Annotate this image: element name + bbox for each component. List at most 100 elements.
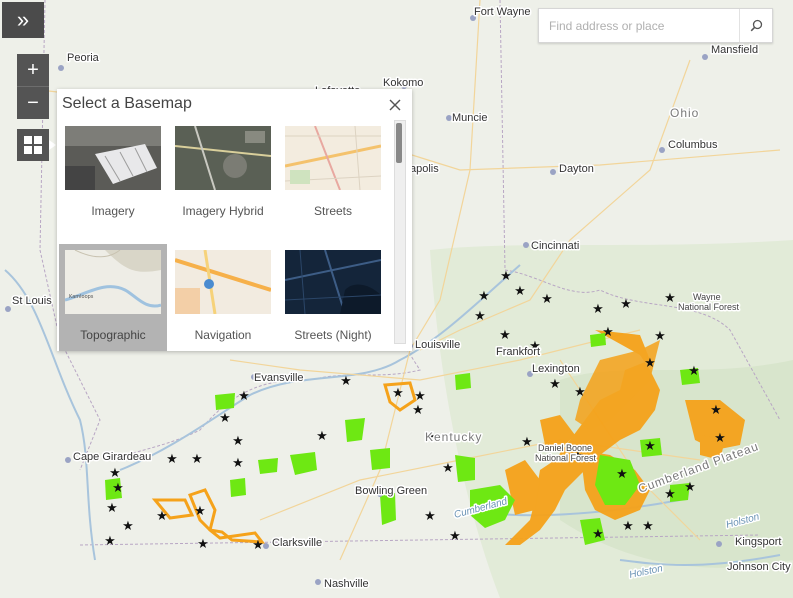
panel-title: Select a Basemap — [62, 95, 192, 112]
city-label: Johnson City — [727, 561, 791, 573]
basemap-grid-icon — [24, 136, 42, 154]
city-label: Peoria — [67, 52, 100, 64]
scrollbar-thumb[interactable] — [396, 123, 402, 163]
search-input[interactable] — [539, 9, 739, 42]
city-label: Kokomo — [383, 77, 423, 89]
svg-text:★: ★ — [664, 291, 676, 306]
basemap-gallery-button[interactable] — [17, 129, 56, 161]
svg-text:★: ★ — [166, 452, 178, 467]
svg-text:★: ★ — [219, 411, 231, 426]
city-label: Nashville — [324, 578, 369, 590]
forest-label: Daniel Boone — [538, 443, 592, 453]
streets-night-thumbnail — [285, 250, 381, 314]
svg-text:★: ★ — [252, 538, 264, 553]
svg-text:★: ★ — [620, 297, 632, 312]
city-label: St Louis — [12, 295, 52, 307]
basemap-tile-imagery-hybrid[interactable]: Imagery Hybrid — [169, 120, 277, 240]
svg-text:★: ★ — [688, 364, 700, 379]
svg-text:★: ★ — [654, 329, 666, 344]
panel-scrollbar[interactable] — [394, 120, 406, 344]
topographic-thumbnail: Kamloops — [65, 250, 161, 314]
navigation-thumbnail — [175, 250, 271, 314]
svg-text:★: ★ — [642, 519, 654, 534]
city-label: Columbus — [668, 139, 718, 151]
zoom-out-button[interactable]: − — [17, 86, 49, 119]
svg-text:★: ★ — [714, 431, 726, 446]
basemap-label: Navigation — [194, 328, 252, 342]
svg-text:★: ★ — [684, 480, 696, 495]
double-chevron-right-icon: » — [16, 7, 30, 32]
svg-text:★: ★ — [514, 284, 526, 299]
close-icon[interactable] — [388, 98, 402, 112]
state-label: Kentucky — [425, 430, 482, 444]
city-label: Louisville — [415, 339, 460, 351]
basemap-label: Streets — [313, 204, 352, 218]
zoom-control: + − — [17, 54, 49, 119]
streets-thumbnail — [285, 126, 381, 190]
state-label: Ohio — [670, 106, 699, 120]
svg-text:★: ★ — [592, 527, 604, 542]
svg-text:★: ★ — [414, 389, 426, 404]
basemap-label: Imagery — [91, 204, 135, 218]
svg-text:★: ★ — [191, 452, 203, 467]
forest-label: Wayne — [693, 292, 721, 302]
search-icon — [750, 19, 762, 32]
svg-text:★: ★ — [232, 456, 244, 471]
city-label: Dayton — [559, 163, 594, 175]
svg-text:★: ★ — [574, 385, 586, 400]
forest-label: National Forest — [535, 453, 597, 463]
svg-text:★: ★ — [109, 466, 121, 481]
city-label: Frankfort — [496, 346, 540, 358]
svg-text:★: ★ — [549, 377, 561, 392]
svg-text:Kamloops: Kamloops — [69, 294, 94, 300]
svg-text:★: ★ — [521, 435, 533, 450]
svg-text:★: ★ — [340, 374, 352, 389]
svg-text:★: ★ — [112, 481, 124, 496]
zoom-in-button[interactable]: + — [17, 54, 49, 86]
city-label: Fort Wayne — [474, 6, 530, 18]
svg-text:★: ★ — [197, 537, 209, 552]
svg-text:★: ★ — [104, 534, 116, 549]
svg-text:★: ★ — [238, 389, 250, 404]
basemap-tile-streets[interactable]: Streets — [279, 120, 387, 240]
expand-panel-button[interactable]: » — [2, 2, 44, 38]
city-label: Kingsport — [735, 536, 781, 548]
svg-text:★: ★ — [194, 504, 206, 519]
svg-text:★: ★ — [424, 509, 436, 524]
svg-text:★: ★ — [156, 509, 168, 524]
svg-text:★: ★ — [316, 429, 328, 444]
basemap-tile-navigation[interactable]: Navigation — [169, 244, 277, 351]
basemap-tile-streets-night[interactable]: Streets (Night) — [279, 244, 387, 351]
svg-text:★: ★ — [474, 309, 486, 324]
basemap-tile-topographic[interactable]: Kamloops Topographic — [59, 244, 167, 351]
search-button[interactable] — [739, 9, 772, 42]
svg-text:★: ★ — [392, 386, 404, 401]
svg-text:★: ★ — [500, 269, 512, 284]
svg-text:★: ★ — [412, 403, 424, 418]
basemap-tile-imagery[interactable]: Imagery — [59, 120, 167, 240]
svg-text:★: ★ — [106, 501, 118, 516]
search-widget — [538, 8, 773, 43]
city-label: Cape Girardeau — [73, 451, 151, 463]
city-label: Muncie — [452, 112, 487, 124]
svg-text:★: ★ — [122, 519, 134, 534]
svg-text:★: ★ — [478, 289, 490, 304]
svg-text:★: ★ — [710, 403, 722, 418]
svg-text:★: ★ — [622, 519, 634, 534]
svg-text:★: ★ — [499, 328, 511, 343]
basemap-gallery-panel: Select a Basemap Imagery Imagery Hybrid … — [57, 89, 412, 351]
svg-text:★: ★ — [644, 439, 656, 454]
svg-text:★: ★ — [644, 356, 656, 371]
svg-text:★: ★ — [541, 292, 553, 307]
svg-text:★: ★ — [232, 434, 244, 449]
svg-text:★: ★ — [592, 302, 604, 317]
basemap-label: Streets (Night) — [294, 328, 372, 342]
svg-text:★: ★ — [449, 529, 461, 544]
city-label: Evansville — [254, 372, 304, 384]
basemap-label: Topographic — [80, 328, 146, 342]
city-label: Bowling Green — [355, 485, 427, 497]
forest-label: National Forest — [678, 302, 740, 312]
svg-text:★: ★ — [442, 461, 454, 476]
svg-text:★: ★ — [602, 325, 614, 340]
imagery-hybrid-thumbnail — [175, 126, 271, 190]
